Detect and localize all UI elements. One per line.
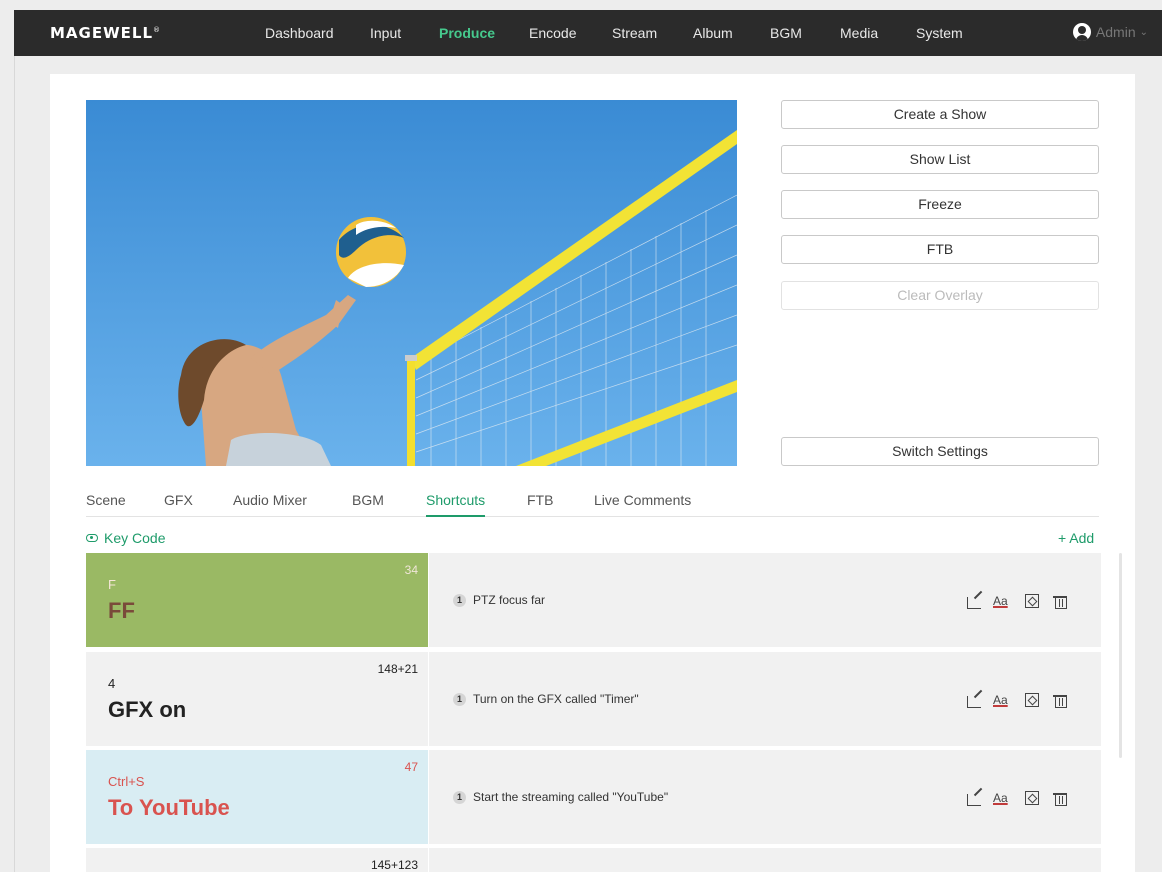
eye-icon [86, 534, 98, 542]
nav-stream[interactable]: Stream [612, 25, 657, 41]
key-combo: 4 [108, 676, 116, 691]
produce-tabs: Scene GFX Audio Mixer BGM Shortcuts FTB … [86, 490, 1099, 517]
key-code-number: 145+123 [370, 858, 418, 872]
shortcut-key-cell[interactable]: 34 F FF [86, 553, 428, 647]
clear-overlay-button[interactable]: Clear Overlay [781, 281, 1099, 310]
shortcut-key-cell[interactable]: 47 Ctrl+S To YouTube [86, 750, 428, 844]
tab-audio-mixer[interactable]: Audio Mixer [233, 492, 307, 517]
nav-dashboard[interactable]: Dashboard [265, 25, 334, 41]
tab-ftb[interactable]: FTB [527, 492, 553, 517]
shortcut-action-cell: 1 Turn on the GFX called "Timer" Aa [429, 652, 1101, 746]
switch-settings-button[interactable]: Switch Settings [781, 437, 1099, 466]
trash-icon[interactable] [1053, 693, 1067, 708]
shortcut-key-cell[interactable]: 148+21 4 GFX on [86, 652, 428, 746]
user-menu[interactable]: Admin ⌄ [1072, 23, 1148, 41]
key-combo: Ctrl+S [108, 774, 145, 789]
action-text: Turn on the GFX called "Timer" [473, 692, 639, 706]
magewell-logo: MAGEWELL® [50, 24, 162, 42]
tab-live-comments[interactable]: Live Comments [594, 492, 691, 517]
tab-gfx[interactable]: GFX [164, 492, 193, 517]
nav-encode[interactable]: Encode [529, 25, 576, 41]
font-style-icon[interactable]: Aa [993, 692, 1013, 708]
shortcut-row: 148+21 4 GFX on 1 Turn on the GFX called… [86, 652, 1101, 746]
fill-color-icon[interactable] [1025, 791, 1039, 805]
user-name: Admin [1095, 24, 1136, 40]
preview-image [86, 100, 737, 466]
ftb-button[interactable]: FTB [781, 235, 1099, 264]
font-style-icon[interactable]: Aa [993, 790, 1013, 806]
top-navigation-bar: MAGEWELL® Dashboard Input Produce Encode… [14, 10, 1162, 56]
key-code-label: Key Code [104, 530, 166, 546]
shortcut-action-cell: 1 PTZ focus far Aa [429, 553, 1101, 647]
nav-bgm[interactable]: BGM [770, 25, 802, 41]
shortcut-name: GFX on [108, 697, 187, 722]
nav-album[interactable]: Album [693, 25, 733, 41]
key-code-toggle[interactable]: Key Code [86, 530, 165, 546]
add-shortcut-button[interactable]: + Add [1058, 530, 1094, 546]
key-code-number: 47 [404, 760, 418, 774]
action-text: PTZ focus far [473, 593, 546, 607]
tab-bgm[interactable]: BGM [352, 492, 384, 517]
key-code-number: 34 [404, 563, 418, 577]
key-combo: F [108, 577, 116, 592]
row-actions: Aa [967, 692, 1067, 708]
shortcut-key-cell[interactable]: 145+123 [86, 848, 428, 872]
tab-shortcuts[interactable]: Shortcuts [426, 492, 486, 517]
shortcut-row: 145+123 [86, 848, 1101, 872]
shortcuts-scrollbar[interactable] [1119, 553, 1122, 758]
nav-produce[interactable]: Produce [439, 25, 495, 41]
create-show-button[interactable]: Create a Show [781, 100, 1099, 129]
edit-icon[interactable] [967, 596, 981, 609]
nav-input[interactable]: Input [370, 25, 401, 41]
shortcut-name: To YouTube [108, 795, 230, 820]
step-number-badge: 1 [453, 790, 466, 804]
chevron-down-icon: ⌄ [1139, 26, 1148, 38]
nav-media[interactable]: Media [840, 25, 878, 41]
key-code-number: 148+21 [377, 662, 418, 676]
nav-system[interactable]: System [916, 25, 963, 41]
page-edge [14, 56, 15, 872]
video-preview [86, 100, 737, 466]
action-step: 1 Start the streaming called "YouTube" [453, 790, 668, 804]
fill-color-icon[interactable] [1025, 594, 1039, 608]
trash-icon[interactable] [1053, 791, 1067, 806]
tab-scene[interactable]: Scene [86, 492, 126, 517]
step-number-badge: 1 [453, 692, 466, 706]
action-step: 1 Turn on the GFX called "Timer" [453, 692, 639, 706]
shortcut-row: 34 F FF 1 PTZ focus far Aa [86, 553, 1101, 647]
action-step: 1 PTZ focus far [453, 593, 545, 607]
fill-color-icon[interactable] [1025, 693, 1039, 707]
font-style-icon[interactable]: Aa [993, 593, 1013, 609]
row-actions: Aa [967, 790, 1067, 806]
action-text: Start the streaming called "YouTube" [473, 790, 669, 804]
step-number-badge: 1 [453, 593, 466, 607]
shortcut-action-cell: 1 Start the streaming called "YouTube" A… [429, 750, 1101, 844]
edit-icon[interactable] [967, 695, 981, 708]
edit-icon[interactable] [967, 793, 981, 806]
freeze-button[interactable]: Freeze [781, 190, 1099, 219]
shortcut-row: 47 Ctrl+S To YouTube 1 Start the streami… [86, 750, 1101, 844]
show-list-button[interactable]: Show List [781, 145, 1099, 174]
trash-icon[interactable] [1053, 594, 1067, 609]
shortcut-name: FF [108, 598, 135, 623]
shortcut-action-cell [429, 848, 1101, 872]
user-avatar-icon [1072, 23, 1091, 41]
row-actions: Aa [967, 593, 1067, 609]
